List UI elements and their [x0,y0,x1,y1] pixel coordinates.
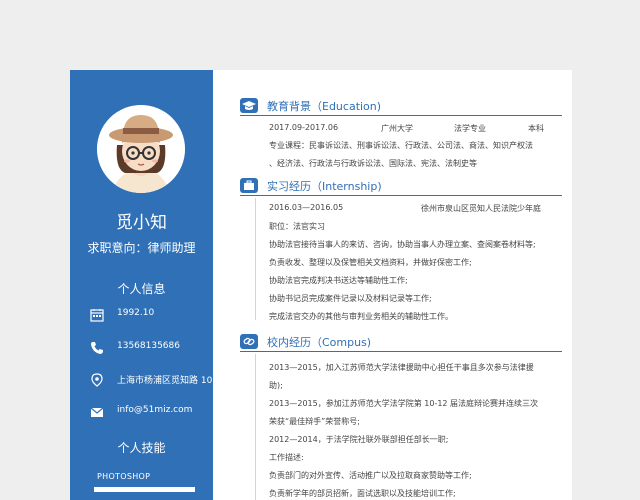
skill-bar [94,487,195,492]
internship-line: 负责收发、整理以及保管相关文档资料，并做好保密工作; [269,258,472,267]
internship-line: 协助法官接待当事人的来访、咨询，协助当事人办理立案、查阅案卷材料等; [269,240,536,249]
internship-period: 2016.03—2016.05 [269,203,344,212]
birth-row: 1992.10 [90,307,213,323]
education-period: 2017.09-2017.06 [269,123,339,132]
divider [240,351,562,352]
skill-name: PHOTOSHOP [97,472,151,481]
education-school: 广州大学 [381,124,413,133]
email-row: info@51miz.com [90,404,213,420]
phone-value: 13568135686 [117,341,180,351]
mail-icon [90,404,104,418]
skill-bar-fill [94,487,195,492]
address-row: 上海市杨浦区觅知路 108 [90,372,213,388]
avatar [97,105,185,193]
education-title: 教育背景（Education) [267,100,382,113]
education-courses-1: 专业课程：民事诉讼法、刑事诉讼法、行政法、公司法、商法、知识产权法 [269,141,533,150]
internship-line: 协助书记员完成案件记录以及材料记录等工作; [269,294,432,303]
phone-row: 13568135686 [90,340,213,356]
address-value: 上海市杨浦区觅知路 108 [117,376,213,386]
campus-header: 校内经历（Compus) [240,334,570,352]
main-content: 教育背景（Education) 2017.09-2017.06 广州大学 法学专… [213,70,572,500]
campus-line: 助); [269,381,283,390]
education-degree: 本科 [528,124,544,133]
birth-value: 1992.10 [117,308,155,318]
divider [240,115,562,116]
resume-page: 觅小知 求职意向：律师助理 个人信息 1992.10 13568135686 上… [70,70,572,500]
timeline-line [255,198,256,320]
sidebar: 觅小知 求职意向：律师助理 个人信息 1992.10 13568135686 上… [70,70,213,500]
candidate-name: 觅小知 [116,213,167,233]
internship-line: 协助法官完成判决书送达等辅助性工作; [269,276,408,285]
internship-line: 完成法官交办的其他与审判业务相关的辅助性工作。 [269,312,453,321]
campus-line: 工作描述: [269,453,304,462]
internship-org: 徐州市泉山区觅知人民法院少年庭 [421,204,541,213]
email-value: info@51miz.com [117,405,193,415]
phone-icon [90,340,104,354]
education-courses-2: 、经济法、行政法与行政诉讼法、国际法、宪法、法制史等 [269,159,477,168]
divider [240,195,562,196]
location-icon [90,372,104,387]
link-icon [240,334,258,349]
job-intent: 求职意向：律师助理 [87,241,196,255]
internship-header: 实习经历（Internship) [240,178,570,196]
graduation-cap-icon [240,98,258,113]
campus-line: 2012—2014，于法学院社联外联部担任部长一职; [269,435,449,444]
campus-line: 负责新学年的部员招新，面试选职以及技能培训工作; [269,489,456,498]
calendar-icon [90,307,104,322]
education-header: 教育背景（Education) [240,98,570,116]
campus-line: 负责部门的对外宣传、活动推广以及拉取商家赞助等工作; [269,471,472,480]
education-major: 法学专业 [454,124,486,133]
internship-line: 职位：法官实习 [269,222,325,231]
briefcase-icon [240,178,258,193]
campus-line: 2013—2015，加入江苏师范大学法律援助中心担任干事且多次参与法律援 [269,363,534,372]
skills-title: 个人技能 [117,441,166,455]
campus-title: 校内经历（Compus) [267,336,372,349]
internship-title: 实习经历（Internship) [267,180,382,193]
campus-line: 2013—2015，参加江苏师范大学法学院第 10-12 届法庭辩论赛并连续三次 [269,399,539,408]
campus-line: 荣获“最佳辩手”荣誉称号; [269,417,360,426]
timeline-line [255,354,256,500]
personal-info-title: 个人信息 [117,282,166,296]
